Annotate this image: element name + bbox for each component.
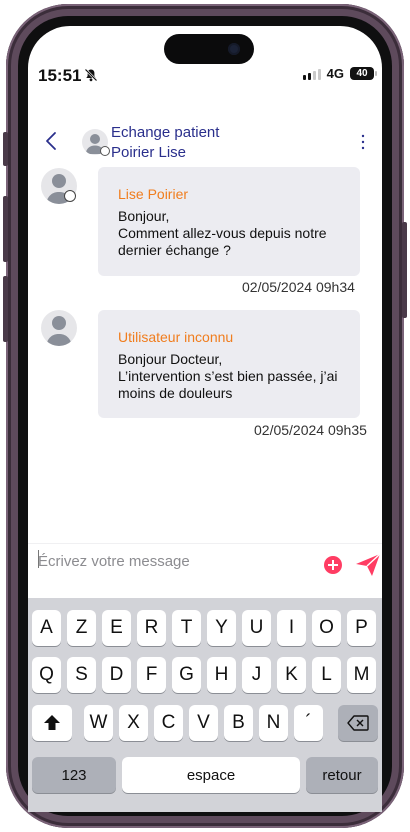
- message-text: Bonjour, Comment allez-vous depuis notre…: [118, 208, 327, 258]
- key-k[interactable]: K: [277, 657, 306, 693]
- key-e[interactable]: E: [102, 610, 131, 646]
- signal-icon: [302, 68, 321, 80]
- action-button: [3, 132, 8, 166]
- keyboard: A Z E R T Y U I O P Q S D F G H J K L M …: [28, 598, 382, 812]
- message-bubble: Lise Poirier Bonjour, Comment allez-vous…: [98, 167, 360, 276]
- key-d[interactable]: D: [102, 657, 131, 693]
- key-q[interactable]: Q: [32, 657, 61, 693]
- message-bubble: Utilisateur inconnu Bonjour Docteur, L’i…: [98, 310, 360, 418]
- key-l[interactable]: L: [312, 657, 341, 693]
- battery-icon: 40: [350, 67, 377, 80]
- backspace-icon: [347, 715, 369, 731]
- camera-icon: [228, 43, 240, 55]
- sender-avatar: [41, 310, 77, 346]
- key-o[interactable]: O: [312, 610, 341, 646]
- patient-badge-icon: [64, 190, 76, 202]
- shift-arrow-icon: [44, 715, 60, 730]
- key-r[interactable]: R: [137, 610, 166, 646]
- key-p[interactable]: P: [347, 610, 376, 646]
- key-z[interactable]: Z: [67, 610, 96, 646]
- key-t[interactable]: T: [172, 610, 201, 646]
- add-attachment-button[interactable]: [324, 556, 342, 574]
- key-s[interactable]: S: [67, 657, 96, 693]
- status-indicators: 4G 40: [302, 66, 377, 81]
- key-b[interactable]: B: [224, 705, 253, 741]
- back-chevron-icon[interactable]: [44, 130, 58, 152]
- message-text: Bonjour Docteur, L’intervention s’est bi…: [118, 351, 338, 401]
- message-timestamp: 02/05/2024 09h35: [254, 422, 367, 438]
- key-u[interactable]: U: [242, 610, 271, 646]
- shift-key[interactable]: [32, 705, 72, 741]
- key-h[interactable]: H: [207, 657, 236, 693]
- key-i[interactable]: I: [277, 610, 306, 646]
- space-key[interactable]: espace: [122, 757, 300, 793]
- key-j[interactable]: J: [242, 657, 271, 693]
- key-f[interactable]: F: [137, 657, 166, 693]
- text-caret: [38, 550, 39, 568]
- patient-badge-icon: [100, 146, 110, 156]
- patient-name-link[interactable]: Poirier Lise: [111, 144, 186, 161]
- composer-divider: [28, 543, 382, 544]
- key-a[interactable]: A: [32, 610, 61, 646]
- key-c[interactable]: C: [154, 705, 183, 741]
- power-button: [402, 222, 407, 318]
- return-key[interactable]: retour: [306, 757, 378, 793]
- key-m[interactable]: M: [347, 657, 376, 693]
- message-input[interactable]: [38, 548, 308, 574]
- key-y[interactable]: Y: [207, 610, 236, 646]
- key-w[interactable]: W: [84, 705, 113, 741]
- message-sender: Lise Poirier: [118, 186, 189, 202]
- message-timestamp: 02/05/2024 09h34: [242, 279, 355, 295]
- message-sender: Utilisateur inconnu: [118, 329, 234, 345]
- dynamic-island: [164, 34, 254, 64]
- send-icon[interactable]: [355, 553, 381, 577]
- numbers-key[interactable]: 123: [32, 757, 116, 793]
- volume-up-button: [3, 196, 8, 262]
- bell-muted-icon: [84, 68, 98, 82]
- status-time: 15:51: [38, 66, 82, 85]
- key-acute-accent[interactable]: ´: [294, 705, 323, 741]
- volume-down-button: [3, 276, 8, 342]
- conversation-title: Echange patient: [111, 124, 220, 141]
- more-options-icon[interactable]: [360, 132, 366, 152]
- delete-key[interactable]: [338, 705, 378, 741]
- network-type: 4G: [326, 66, 344, 81]
- user-silhouette-icon: [46, 316, 72, 346]
- key-x[interactable]: X: [119, 705, 148, 741]
- key-n[interactable]: N: [259, 705, 288, 741]
- key-v[interactable]: V: [189, 705, 218, 741]
- battery-level: 40: [356, 68, 368, 79]
- key-g[interactable]: G: [172, 657, 201, 693]
